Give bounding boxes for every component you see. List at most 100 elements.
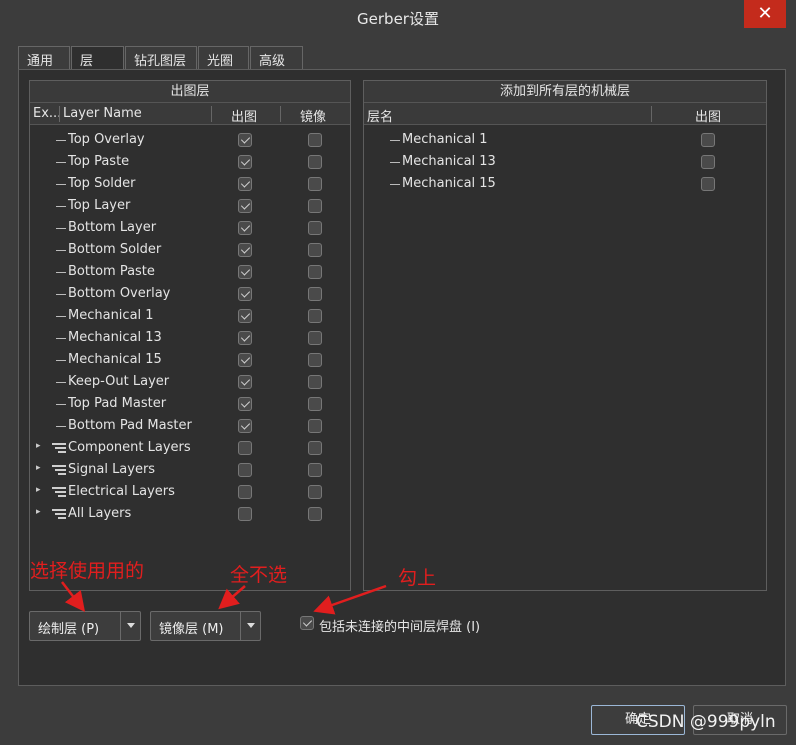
mechanical-layer-row[interactable]: Mechanical 15 [364,173,766,195]
layer-row[interactable]: Bottom Solder [30,239,350,261]
layer-group-name: Component Layers [68,440,191,455]
expand-arrow-icon[interactable]: ▸ [36,507,41,517]
layer-row[interactable]: Top Overlay [30,129,350,151]
mirror-checkbox[interactable] [308,397,322,411]
layer-group-row[interactable]: ▸ All Layers [30,503,350,525]
tab-apertures[interactable]: 光圈 [198,46,249,70]
plot-checkbox[interactable] [238,221,252,235]
expand-arrow-icon[interactable]: ▸ [36,485,41,495]
layer-row[interactable]: Top Paste [30,151,350,173]
plot-checkbox[interactable] [238,309,252,323]
layer-group-row[interactable]: ▸ Component Layers [30,437,350,459]
plot-checkbox[interactable] [238,133,252,147]
layer-group-name: Signal Layers [68,462,156,477]
mirror-checkbox[interactable] [308,221,322,235]
mirror-checkbox[interactable] [308,309,322,323]
col-layer-name[interactable]: Layer Name [63,106,142,121]
mechanical-layers-panel: 添加到所有层的机械层 层名 出图 Mechanical 1 Mechanical … [363,80,767,591]
plot-layers-button[interactable]: 绘制层 (P) [29,611,141,641]
layer-row[interactable]: Bottom Pad Master [30,415,350,437]
layer-row[interactable]: Mechanical 15 [30,349,350,371]
plot-checkbox[interactable] [238,397,252,411]
plot-checkbox[interactable] [238,507,252,521]
include-unconnected-checkbox[interactable] [300,616,314,630]
mirror-layers-button[interactable]: 镜像层 (M) [150,611,261,641]
plot-checkbox[interactable] [238,441,252,455]
col-mirror[interactable]: 镜像 [300,106,326,125]
plot-checkbox[interactable] [701,155,715,169]
plot-checkbox[interactable] [238,375,252,389]
mirror-checkbox[interactable] [308,507,322,521]
layer-row[interactable]: Mechanical 1 [30,305,350,327]
col-expand[interactable]: Ex... [33,106,61,121]
mirror-checkbox[interactable] [308,243,322,257]
layer-row[interactable]: Top Layer [30,195,350,217]
layer-group-row[interactable]: ▸ Signal Layers [30,459,350,481]
close-icon[interactable]: ✕ [757,3,772,24]
column-divider[interactable] [280,106,281,122]
plot-checkbox[interactable] [238,419,252,433]
mirror-checkbox[interactable] [308,177,322,191]
plot-checkbox[interactable] [238,199,252,213]
layer-name: Top Overlay [68,132,145,147]
expand-arrow-icon[interactable]: ▸ [36,441,41,451]
expand-arrow-icon[interactable]: ▸ [36,463,41,473]
col-plot[interactable]: 出图 [695,106,721,125]
layer-group-name: Electrical Layers [68,484,175,499]
plot-checkbox[interactable] [701,177,715,191]
layer-name: Top Solder [68,176,136,191]
mirror-checkbox[interactable] [308,265,322,279]
mirror-checkbox[interactable] [308,199,322,213]
layer-row[interactable]: Top Solder [30,173,350,195]
plot-checkbox[interactable] [238,485,252,499]
mirror-checkbox[interactable] [308,441,322,455]
tab-general[interactable]: 通用 [18,46,70,70]
plot-checkbox[interactable] [238,353,252,367]
column-divider[interactable] [651,106,652,122]
layer-group-name: All Layers [68,506,132,521]
plot-checkbox[interactable] [238,177,252,191]
watermark-text: CSDN @999pyln [636,712,776,732]
mirror-checkbox[interactable] [308,133,322,147]
plot-checkbox[interactable] [238,463,252,477]
col-layer-name[interactable]: 层名 [367,106,393,125]
mirror-checkbox[interactable] [308,155,322,169]
plot-layers-panel: 出图层 Ex... Layer Name 出图 镜像 Top Overlay To… [29,80,351,591]
layer-row[interactable]: Bottom Overlay [30,283,350,305]
plot-checkbox[interactable] [238,287,252,301]
mirror-checkbox[interactable] [308,375,322,389]
layer-row[interactable]: Bottom Paste [30,261,350,283]
layer-name: Bottom Layer [68,220,157,235]
col-plot[interactable]: 出图 [231,106,257,125]
close-button[interactable]: ✕ [744,0,786,28]
layer-row[interactable]: Top Pad Master [30,393,350,415]
column-divider[interactable] [211,106,212,122]
layer-name: Mechanical 15 [402,176,496,191]
layer-group-row[interactable]: ▸ Electrical Layers [30,481,350,503]
layer-row[interactable]: Bottom Layer [30,217,350,239]
mirror-checkbox[interactable] [308,485,322,499]
plot-checkbox[interactable] [238,155,252,169]
plot-checkbox[interactable] [701,133,715,147]
mechanical-layer-row[interactable]: Mechanical 13 [364,151,766,173]
mirror-checkbox[interactable] [308,463,322,477]
layer-row[interactable]: Keep-Out Layer [30,371,350,393]
layer-row[interactable]: Mechanical 13 [30,327,350,349]
layer-name: Top Paste [68,154,130,169]
tab-advanced[interactable]: 高级 [250,46,303,70]
mirror-checkbox[interactable] [308,353,322,367]
tab-drill-drawing[interactable]: 钻孔图层 [125,46,197,70]
tab-layers[interactable]: 层 [71,46,124,71]
mirror-checkbox[interactable] [308,287,322,301]
chevron-down-icon[interactable] [127,623,135,628]
plot-checkbox[interactable] [238,265,252,279]
chevron-down-icon[interactable] [247,623,255,628]
plot-checkbox[interactable] [238,331,252,345]
mirror-checkbox[interactable] [308,331,322,345]
plot-checkbox[interactable] [238,243,252,257]
mechanical-layer-row[interactable]: Mechanical 1 [364,129,766,151]
column-divider[interactable] [59,106,60,122]
layer-name: Mechanical 1 [68,308,154,323]
include-unconnected-label[interactable]: 包括未连接的中间层焊盘 (I) [319,616,480,635]
mirror-checkbox[interactable] [308,419,322,433]
